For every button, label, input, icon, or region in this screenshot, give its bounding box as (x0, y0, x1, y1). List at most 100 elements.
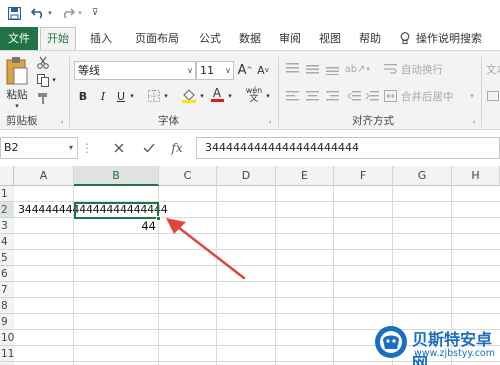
italic-button[interactable]: I (96, 88, 110, 104)
underline-button[interactable]: U (114, 88, 128, 104)
wrap-text-button[interactable]: 自动换行 (384, 61, 464, 77)
underline-dropdown-icon[interactable]: ▾ (128, 88, 136, 104)
column-header-g[interactable]: G (393, 166, 452, 186)
gridline (14, 249, 500, 250)
font-group-label: 字体 (158, 115, 179, 127)
orientation-dropdown-icon[interactable]: ▾ (364, 61, 372, 77)
font-launcher-icon[interactable]: ⌟ (266, 115, 274, 125)
row-header-8[interactable]: 8 (0, 298, 14, 314)
gridline (14, 297, 500, 298)
insert-function-button[interactable]: fx (168, 139, 186, 157)
chevron-down-icon: ∨ (225, 66, 231, 75)
column-header-a[interactable]: A (14, 166, 74, 186)
paste-button[interactable]: 粘贴 (4, 87, 30, 101)
column-header-d[interactable]: D (217, 166, 276, 186)
font-color-swatch (210, 98, 224, 102)
grow-font-icon: A (237, 62, 247, 78)
name-box[interactable]: B2 ▾ (0, 137, 78, 159)
tab-insert[interactable]: 插入 (82, 27, 120, 50)
tab-review[interactable]: 审阅 (272, 27, 308, 50)
row-header-4[interactable]: 4 (0, 234, 14, 250)
quick-access-toolbar: ▾ ▾ ⊽ (0, 0, 500, 27)
customize-qat-icon[interactable]: ⊽ (90, 5, 100, 21)
clipboard-launcher-icon[interactable]: ⌟ (58, 115, 66, 125)
align-left-icon[interactable] (284, 88, 300, 104)
font-size-combo[interactable]: 11 ∨ (196, 61, 234, 80)
fill-color-dropdown-icon[interactable]: ▾ (198, 88, 206, 104)
merge-center-button[interactable]: 合并后居中 (384, 88, 470, 104)
align-middle-icon[interactable] (304, 61, 320, 77)
row-header-3[interactable]: 3 (0, 218, 14, 234)
column-header-h[interactable]: H (452, 166, 500, 186)
formula-input[interactable]: 3444444444444444444444 (196, 137, 500, 159)
redo-dropdown-icon[interactable]: ▾ (76, 5, 84, 21)
tab-view[interactable]: 视图 (312, 27, 348, 50)
tell-me-search[interactable]: 操作说明搜索 (400, 27, 500, 50)
group-separator (278, 57, 279, 127)
shrink-font-icon: A (257, 63, 265, 77)
wrap-text-label: 自动换行 (401, 63, 443, 76)
tab-page-layout[interactable]: 页面布局 (128, 27, 186, 50)
row-header-1[interactable]: 1 (0, 186, 14, 202)
watermark-url: www.zjbstyy.com (414, 348, 495, 359)
decrease-font-size-button[interactable]: Av (256, 62, 270, 78)
format-painter-icon[interactable] (36, 91, 50, 105)
save-icon[interactable] (6, 5, 22, 21)
watermark-title: 贝斯特安卓网 (412, 330, 493, 365)
align-right-icon[interactable] (324, 88, 340, 104)
paste-icon[interactable] (4, 55, 30, 87)
tab-formulas[interactable]: 公式 (192, 27, 228, 50)
cut-icon[interactable] (36, 55, 50, 69)
copy-dropdown-icon[interactable]: ▾ (50, 73, 58, 87)
increase-font-size-button[interactable]: A ^ (237, 62, 253, 78)
row-header-7[interactable]: 7 (0, 282, 14, 298)
tab-file[interactable]: 文件 (0, 27, 38, 50)
align-top-icon[interactable] (284, 61, 300, 77)
tab-home[interactable]: 开始 (40, 27, 76, 50)
orientation-icon[interactable]: ab↗ (345, 61, 366, 77)
align-bottom-icon[interactable] (324, 61, 340, 77)
row-header-9[interactable]: 9 (0, 314, 14, 330)
phonetic-dropdown-icon[interactable]: ▾ (264, 88, 272, 104)
bold-button[interactable]: B (76, 88, 90, 104)
undo-icon[interactable] (30, 5, 46, 21)
select-all-corner[interactable] (0, 166, 14, 186)
check-icon[interactable] (140, 139, 158, 157)
column-header-e[interactable]: E (276, 166, 334, 186)
redo-icon[interactable] (60, 5, 76, 21)
group-separator (69, 57, 70, 127)
increase-indent-icon[interactable] (364, 88, 380, 104)
decrease-indent-icon[interactable] (346, 88, 362, 104)
font-name-combo[interactable]: 等线 ∨ (74, 61, 196, 80)
row-header-2[interactable]: 2 (0, 202, 14, 218)
paste-dropdown-icon[interactable]: ▾ (12, 101, 22, 111)
group-separator (481, 57, 482, 127)
column-header-b[interactable]: B (74, 166, 159, 186)
phonetic-guide-button[interactable]: wén 文 (244, 86, 264, 104)
number-format-combo[interactable]: 文本 (486, 61, 500, 77)
column-header-f[interactable]: F (334, 166, 393, 186)
alignment-launcher-icon[interactable]: ⌟ (470, 115, 478, 125)
merge-dropdown-icon[interactable]: ▾ (468, 88, 476, 104)
font-color-dropdown-icon[interactable]: ▾ (226, 88, 234, 104)
tab-help[interactable]: 帮助 (352, 27, 388, 50)
borders-icon[interactable] (146, 88, 162, 104)
row-header-6[interactable]: 6 (0, 266, 14, 282)
row-header-11[interactable]: 11 (0, 346, 14, 362)
row-header-10[interactable]: 10 (0, 330, 14, 346)
clipboard-group-label: 剪贴板 (6, 115, 38, 127)
accounting-format-icon[interactable] (486, 88, 500, 104)
copy-icon[interactable] (36, 73, 50, 87)
fill-color-icon[interactable] (180, 86, 198, 104)
row-header-5[interactable]: 5 (0, 250, 14, 266)
selected-cell-border (74, 202, 159, 219)
close-icon[interactable] (110, 139, 128, 157)
font-color-button[interactable]: A (210, 85, 224, 103)
tab-data[interactable]: 数据 (232, 27, 268, 50)
borders-dropdown-icon[interactable]: ▾ (162, 88, 170, 104)
cell-b3[interactable]: 44 (74, 218, 156, 234)
undo-dropdown-icon[interactable]: ▾ (46, 5, 54, 21)
gridline (14, 313, 500, 314)
align-center-icon[interactable] (304, 88, 320, 104)
column-header-c[interactable]: C (159, 166, 217, 186)
